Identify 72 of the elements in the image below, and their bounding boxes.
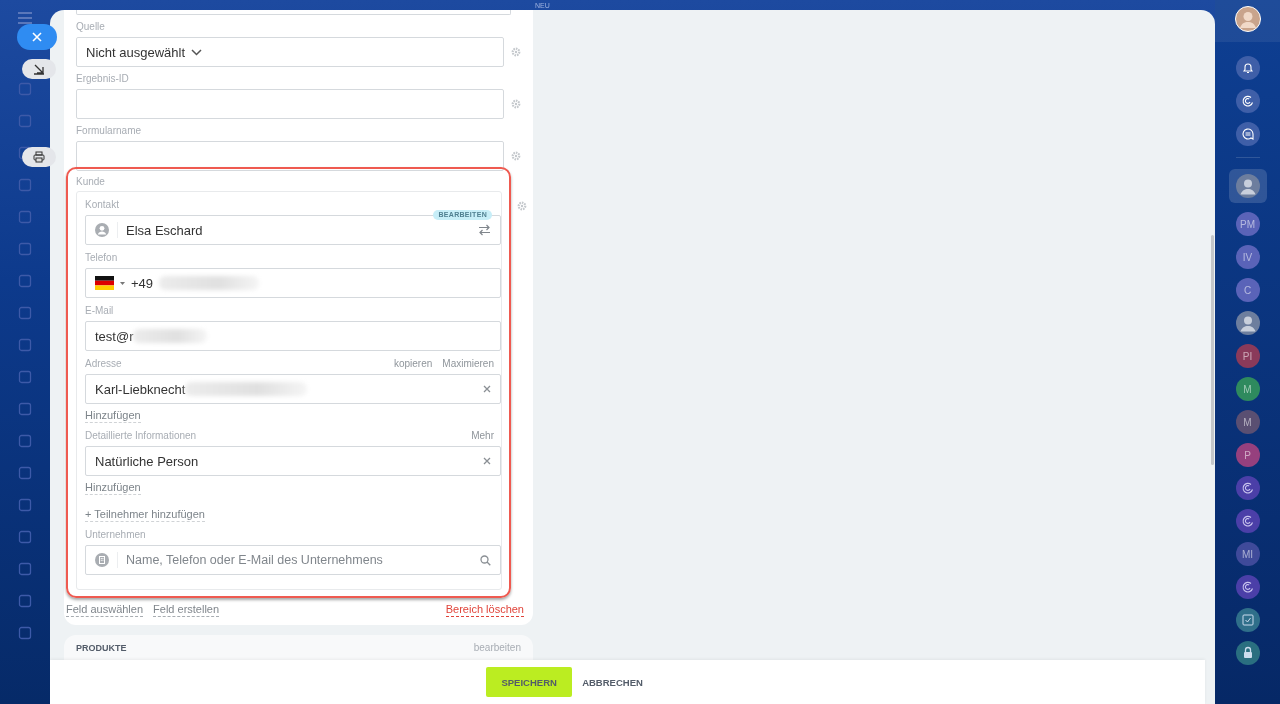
card-link[interactable]: Feld erstellen [153,603,220,617]
add-participant-link[interactable]: + Teilnehmer hinzufügen [85,508,205,522]
printer-icon [33,151,45,163]
field-label: Telefon [85,252,118,264]
field-label: E-Mail [85,305,114,317]
chat-avatar[interactable]: P [1235,443,1260,467]
select-field[interactable]: Nicht ausgewählt [76,37,504,67]
scrollbar[interactable] [1211,235,1214,465]
input-field[interactable] [76,89,504,119]
section-label: Kunde [76,176,106,188]
settings-icon[interactable] [517,201,527,211]
swap-icon[interactable] [478,224,491,236]
avatar-icon[interactable] [1234,6,1261,32]
chat-avatar[interactable]: M [1235,377,1260,401]
chat-avatar[interactable]: MI [1235,542,1260,566]
details-field[interactable]: Natürliche Person [85,446,501,476]
spiral-icon[interactable] [1235,575,1260,599]
bell-icon[interactable] [1235,56,1260,80]
chat-avatar[interactable]: M [1235,410,1260,434]
field-label: Detaillierte Informationen [85,430,198,442]
avatar-icon[interactable] [1235,174,1260,198]
print-button[interactable] [22,147,56,167]
chat-avatar[interactable]: C [1235,278,1260,302]
flag-icon[interactable] [95,276,114,290]
field-label: Ergebnis-ID [76,73,130,85]
field-action-link[interactable]: kopieren [393,358,433,369]
phone-field[interactable]: +49 [85,268,501,298]
task-icon[interactable] [1235,608,1260,632]
settings-icon[interactable] [511,151,521,161]
caret-icon [120,281,125,285]
field-label: Adresse [85,358,123,370]
chat-avatar[interactable]: IV [1235,245,1260,269]
chat-swap-icon[interactable] [1235,122,1260,146]
email-field[interactable]: test@r [85,321,501,351]
lock-icon[interactable] [1235,641,1260,665]
clear-icon[interactable] [483,385,491,393]
spiral-icon[interactable] [1235,476,1260,500]
chevron-down-icon [191,48,202,56]
address-field[interactable]: Karl-Liebknecht [85,374,501,404]
menu-icon[interactable] [18,12,32,24]
add-link[interactable]: Hinzufügen [85,481,141,495]
field-label: Quelle [76,21,106,33]
cancel-button[interactable]: ABBRECHEN [582,667,643,697]
clear-icon[interactable] [483,457,491,465]
settings-icon[interactable] [511,99,521,109]
chat-avatar[interactable]: PM [1235,212,1260,236]
save-button[interactable]: SPEICHERN [486,667,573,697]
more-link[interactable]: Mehr [471,430,494,441]
input-field[interactable] [76,141,504,171]
settings-icon[interactable] [511,47,521,57]
field-label: Formularname [76,125,143,137]
section-title: PRODUKTE [76,643,127,653]
person-icon [95,223,109,237]
delete-section-link[interactable]: Bereich löschen [445,603,524,617]
spiral-icon[interactable] [1235,509,1260,533]
chat-avatar[interactable]: PI [1235,344,1260,368]
spiral-icon[interactable] [1235,89,1260,113]
building-icon [95,553,109,567]
avatar-icon[interactable] [1235,311,1260,335]
card-link[interactable]: Feld auswählen [66,603,144,617]
field-label: Unternehmen [85,529,146,541]
add-link[interactable]: Hinzufügen [85,409,141,423]
input-field[interactable] [76,10,511,15]
close-icon [32,32,42,42]
minimize-button[interactable] [22,59,56,79]
search-icon[interactable] [480,554,491,566]
field-action-link[interactable]: Maximieren [442,358,494,369]
company-search-field[interactable]: Name, Telefon oder E-Mail des Unternehmens [85,545,501,575]
field-label: Kontakt [85,199,120,211]
arrow-icon [33,63,45,75]
edit-link[interactable]: bearbeiten [473,643,521,653]
close-button[interactable] [17,24,57,50]
